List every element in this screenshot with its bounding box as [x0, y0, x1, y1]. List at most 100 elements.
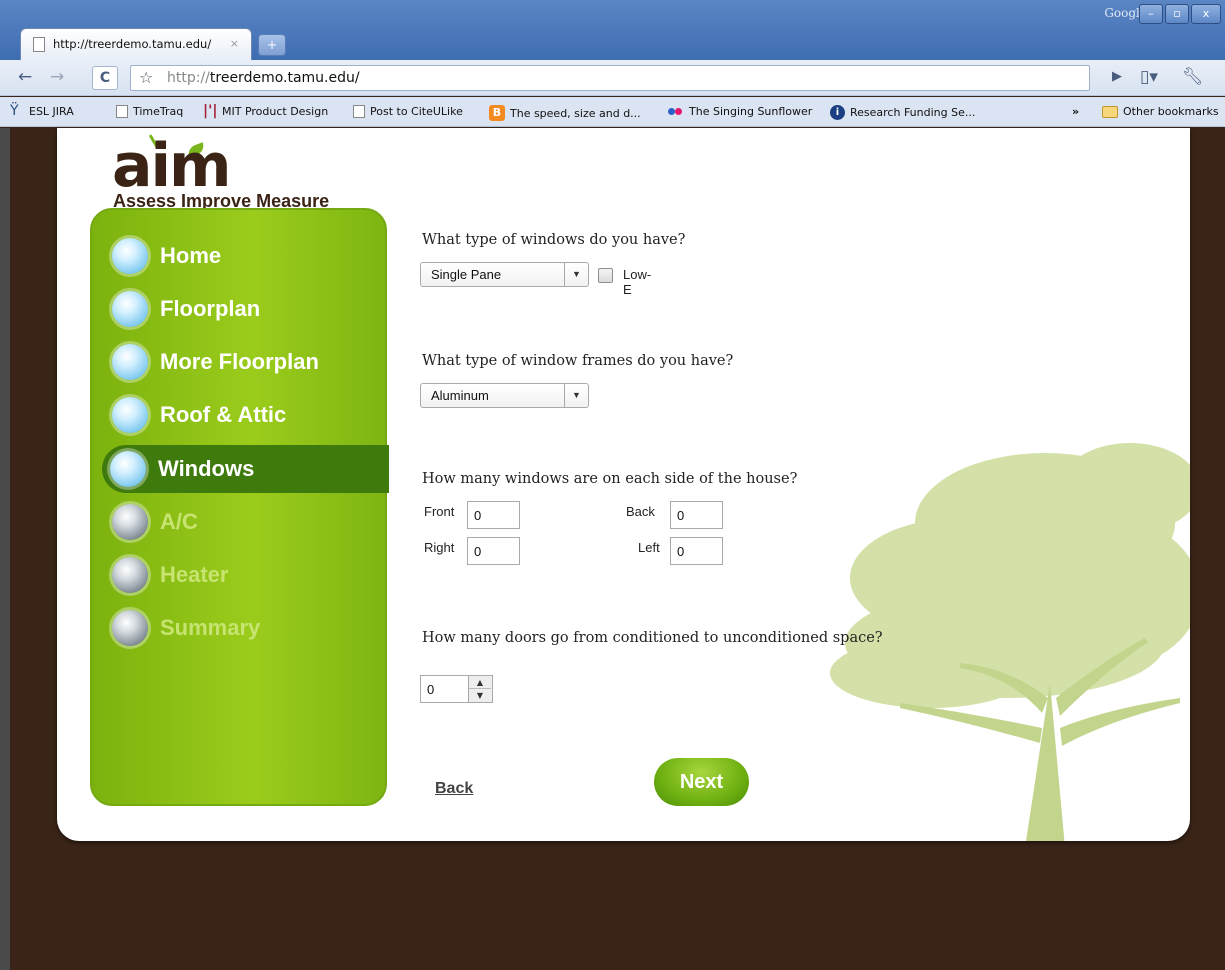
back-label: Back	[626, 504, 655, 519]
bookmark-label: The speed, size and d...	[510, 106, 641, 120]
back-arrow-icon[interactable]: ←	[18, 67, 32, 87]
step-pending-icon	[112, 610, 148, 646]
doors-value: 0	[427, 682, 435, 697]
page-icon	[353, 105, 365, 118]
folder-icon	[1102, 105, 1118, 118]
page-icon	[33, 37, 45, 52]
chevron-down-icon: ▼	[564, 263, 588, 286]
left-windows-input[interactable]: 0	[670, 537, 723, 565]
bookmark-timetraq[interactable]: TimeTraq	[116, 105, 183, 118]
stepper-up-icon[interactable]: ▲	[469, 676, 491, 689]
wrench-icon[interactable]: 🔧︎	[1182, 67, 1204, 87]
bookmarks-overflow-button[interactable]: »	[1072, 105, 1079, 118]
other-bookmarks[interactable]: Other bookmarks	[1102, 105, 1219, 118]
window-type-value: Single Pane	[431, 267, 502, 282]
bookmark-label: Research Funding Se...	[850, 106, 976, 119]
question-doors: How many doors go from conditioned to un…	[422, 630, 883, 646]
aim-logo: aim	[112, 131, 232, 201]
forward-arrow-icon[interactable]: →	[50, 67, 64, 87]
info-icon: i	[830, 105, 845, 120]
url-text: http://treerdemo.tamu.edu/	[167, 70, 360, 86]
doors-stepper[interactable]: 0 ▲ ▼	[420, 675, 493, 703]
other-bookmarks-label: Other bookmarks	[1123, 105, 1219, 118]
bookmark-label: The Singing Sunflower	[689, 105, 813, 118]
front-label: Front	[424, 504, 455, 519]
right-label: Right	[424, 540, 455, 555]
nav-item-roof-attic[interactable]: Roof & Attic	[104, 391, 389, 439]
nav-item-floorplan[interactable]: Floorplan	[104, 285, 389, 333]
address-bar[interactable]: ☆ http://treerdemo.tamu.edu/	[130, 65, 1090, 91]
blogger-icon: B	[489, 105, 505, 121]
content-card: aim Assess Improve Measure Home Floorpla…	[57, 128, 1190, 841]
question-window-frames: What type of window frames do you have?	[422, 353, 734, 369]
step-pending-icon	[112, 557, 148, 593]
nav-label: Floorplan	[160, 296, 261, 321]
url-host: treerdemo.tamu.edu/	[209, 70, 360, 86]
nav-item-home[interactable]: Home	[104, 232, 389, 280]
nav-label: More Floorplan	[160, 349, 319, 374]
next-button[interactable]: Next	[654, 758, 749, 806]
nav-item-heater[interactable]: Heater	[104, 551, 389, 599]
url-scheme: http://	[167, 70, 210, 86]
back-button[interactable]: Back	[435, 780, 473, 798]
step-done-icon	[112, 291, 148, 327]
maximize-button[interactable]: ▫	[1165, 4, 1189, 24]
nav-label: A/C	[160, 509, 198, 534]
bookmark-research-funding[interactable]: i Research Funding Se...	[830, 105, 975, 120]
low-e-label: Low-E	[623, 267, 652, 297]
new-tab-button[interactable]: +	[258, 34, 286, 56]
nav-label: Home	[160, 243, 222, 268]
question-window-type: What type of windows do you have?	[422, 232, 686, 248]
window-controls: – ▫ x	[1139, 4, 1221, 24]
low-e-checkbox[interactable]	[598, 268, 613, 283]
bookmark-label: Post to CiteULike	[370, 105, 463, 118]
back-windows-input[interactable]: 0	[670, 501, 723, 529]
bookmark-citeulike[interactable]: Post to CiteULike	[353, 105, 463, 118]
star-icon[interactable]: ☆	[139, 68, 153, 87]
nav-label: Summary	[160, 615, 261, 640]
stepper-spin: ▲ ▼	[468, 676, 492, 702]
person-icon: Ÿ	[10, 103, 19, 119]
tab-title: http://treerdemo.tamu.edu/	[53, 37, 212, 51]
close-window-button[interactable]: x	[1191, 4, 1221, 24]
tab-close-icon[interactable]: ×	[230, 37, 239, 50]
bookmark-speed-size[interactable]: B The speed, size and d...	[489, 105, 641, 121]
flickr-icon	[668, 105, 684, 118]
bookmark-label: ESL JIRA	[29, 105, 74, 118]
stepper-down-icon[interactable]: ▼	[469, 689, 491, 702]
bookmark-mit-product-design[interactable]: |'| MIT Product Design	[203, 103, 329, 119]
play-icon[interactable]: ▶	[1112, 69, 1122, 84]
bookmarks-bar: Ÿ ESL JIRA TimeTraq |'| MIT Product Design…	[0, 97, 1225, 127]
left-label: Left	[638, 540, 660, 555]
bookmark-label: MIT Product Design	[222, 105, 329, 118]
bookmark-singing-sunflower[interactable]: The Singing Sunflower	[668, 105, 812, 118]
bookmark-esl-jira[interactable]: Ÿ ESL JIRA	[10, 103, 74, 119]
right-windows-input[interactable]: 0	[467, 537, 520, 565]
reload-icon[interactable]: C	[92, 66, 118, 90]
nav-item-summary[interactable]: Summary	[104, 604, 389, 652]
step-pending-icon	[112, 504, 148, 540]
step-active-icon	[110, 451, 146, 487]
nav-label: Roof & Attic	[160, 402, 287, 427]
bookmark-label: TimeTraq	[133, 105, 184, 118]
step-done-icon	[112, 238, 148, 274]
chevron-down-icon: ▼	[564, 384, 588, 407]
nav-label: Windows	[158, 456, 255, 481]
nav-item-more-floorplan[interactable]: More Floorplan	[104, 338, 389, 386]
minimize-button[interactable]: –	[1139, 4, 1163, 24]
window-type-select[interactable]: Single Pane ▼	[420, 262, 589, 287]
question-windows-per-side: How many windows are on each side of the…	[422, 471, 798, 487]
nav-label: Heater	[160, 562, 229, 587]
nav-item-ac[interactable]: A/C	[104, 498, 389, 546]
front-windows-input[interactable]: 0	[467, 501, 520, 529]
step-done-icon	[112, 344, 148, 380]
page-menu-icon[interactable]: ▯▾	[1140, 67, 1158, 87]
window-frames-select[interactable]: Aluminum ▼	[420, 383, 589, 408]
step-done-icon	[112, 397, 148, 433]
sidebar-nav: Home Floorplan More Floorplan Roof & Att…	[90, 208, 389, 806]
mit-icon: |'|	[203, 103, 218, 119]
page-icon	[116, 105, 128, 118]
nav-item-windows[interactable]: Windows	[102, 445, 389, 493]
browser-tab[interactable]: http://treerdemo.tamu.edu/ ×	[20, 28, 252, 60]
window-frames-value: Aluminum	[431, 388, 489, 403]
